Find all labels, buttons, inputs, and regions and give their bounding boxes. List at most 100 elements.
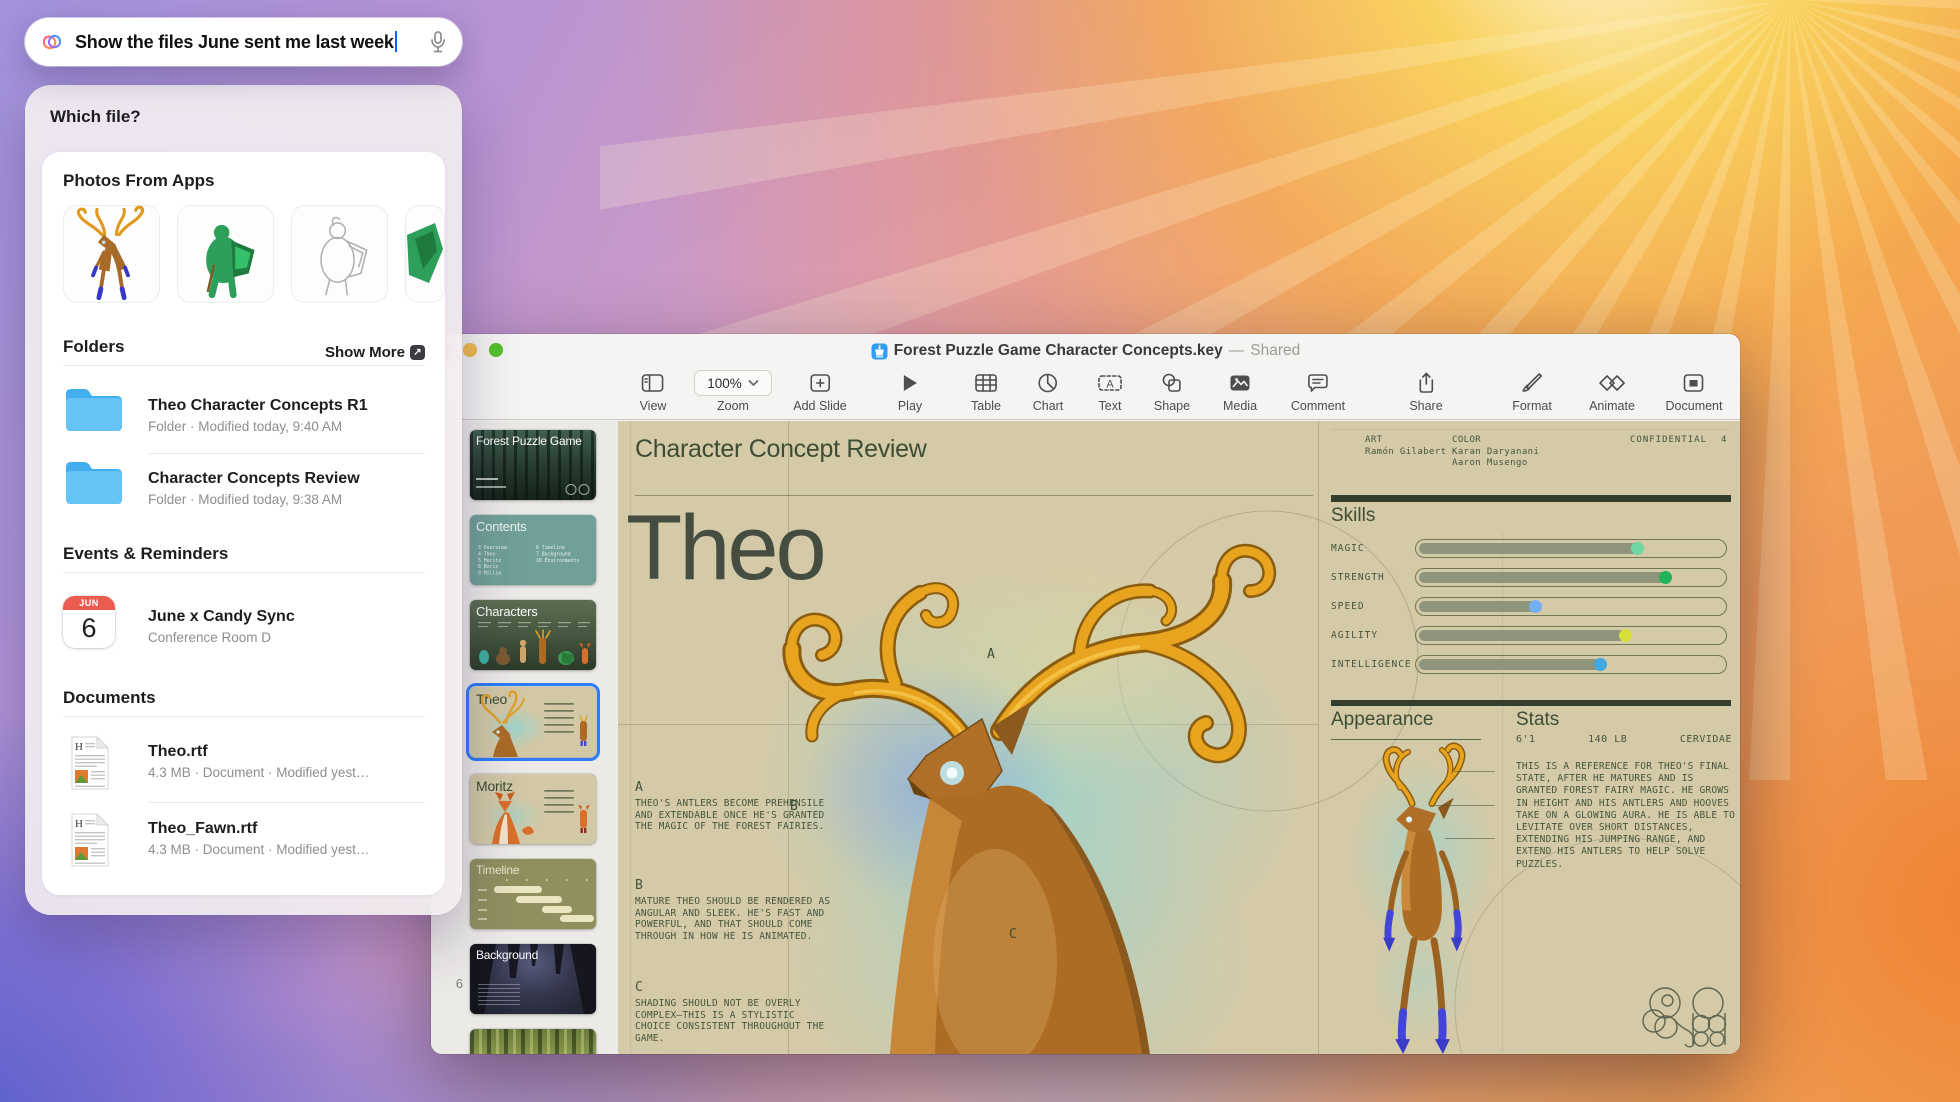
theo-reference-deer xyxy=(1350,742,1494,1054)
contents-right-column: 6 Timeline 7 Background 10 Environments xyxy=(536,545,580,564)
reference-tick-3 xyxy=(1445,838,1495,839)
folder-row-meta: Folder · Modified today, 9:38 AM xyxy=(148,492,343,507)
deer-character-image xyxy=(76,205,145,301)
toolbar-button-view[interactable]: View xyxy=(640,370,666,413)
event-row-meta: Conference Room D xyxy=(148,630,272,645)
skill-fill xyxy=(1419,600,1542,613)
stats-title: Stats xyxy=(1516,709,1560,730)
note-key: B xyxy=(635,878,643,893)
toolbar-button-label: Shape xyxy=(1153,399,1191,413)
slide-canvas[interactable]: Character Concept Review ART Ramón Gilab… xyxy=(618,421,1740,1054)
note-a: A THEO'S ANTLERS BECOME PREHENSILE AND E… xyxy=(635,781,831,833)
toolbar-button-label: Format xyxy=(1512,399,1552,413)
toolbar-button-add-slide[interactable]: Add Slide xyxy=(793,370,847,413)
confidential-label: CONFIDENTIAL xyxy=(1630,435,1708,445)
photo-thumbnail-sketch[interactable] xyxy=(291,205,388,303)
toolbar-button-document[interactable]: Document xyxy=(1666,370,1722,413)
zoom-level-control[interactable]: 100% xyxy=(694,370,772,396)
toolbar-button-zoom[interactable]: 100% Zoom xyxy=(694,370,772,413)
toolbar-button-label: Zoom xyxy=(717,399,749,413)
skill-track xyxy=(1415,655,1727,674)
slide-thumbnail-3[interactable]: Characters xyxy=(470,600,596,670)
calendar-icon: JUN 6 xyxy=(63,596,115,648)
toolbar-button-share[interactable]: Share xyxy=(1409,370,1443,413)
toolbar-button-label: Text xyxy=(1098,399,1122,413)
toolbar-button-comment[interactable]: Comment xyxy=(1291,370,1345,413)
moritz-mini-art xyxy=(492,790,590,844)
rtf-document-icon: H xyxy=(71,735,110,790)
reference-tick-2 xyxy=(1435,805,1495,806)
turtle-sketch-image xyxy=(320,216,368,296)
note-b: B MATURE THEO SHOULD BE RENDERED AS ANGU… xyxy=(635,879,831,942)
results-card: Photos From Apps Folders Show More ↗ The… xyxy=(42,152,445,895)
skill-track xyxy=(1415,626,1727,645)
toolbar-button-play[interactable]: Play xyxy=(898,370,922,413)
slide-thumbnail-5[interactable]: Moritz xyxy=(470,774,596,844)
photo-thumbnail-deer[interactable] xyxy=(63,205,160,303)
rtf-document-icon: H xyxy=(71,812,110,867)
toolbar-button-shape[interactable]: Shape xyxy=(1154,370,1190,413)
slide-thumbnail-8[interactable] xyxy=(470,1029,596,1054)
folders-section-header: Folders xyxy=(63,337,125,356)
skill-track xyxy=(1415,539,1727,558)
add-slide-icon xyxy=(808,370,832,396)
document-title: Forest Puzzle Game Character Concepts.ke… xyxy=(893,342,1223,359)
skill-label: AGILITY xyxy=(1331,630,1379,641)
slide-thumbnail-4-selected[interactable]: Theo xyxy=(466,683,600,761)
folder-row-title[interactable]: Character Concepts Review xyxy=(148,470,360,488)
microphone-icon[interactable] xyxy=(428,30,448,54)
toolbar-button-label: Table xyxy=(971,399,1001,413)
toolbar-button-animate[interactable]: Animate xyxy=(1589,370,1635,413)
folder-row-title[interactable]: Theo Character Concepts R1 xyxy=(148,397,368,415)
skill-label: SPEED xyxy=(1331,601,1365,612)
window-title: Forest Puzzle Game Character Concepts.ke… xyxy=(431,342,1740,360)
skill-row-intelligence: INTELLIGENCE xyxy=(1331,655,1731,674)
slide-thumbnail-7[interactable]: Background xyxy=(470,944,596,1014)
toolbar-button-label: Share xyxy=(1409,399,1443,413)
toolbar-button-table[interactable]: Table xyxy=(971,370,1001,413)
siri-query-input[interactable]: Show the files June sent me last week xyxy=(75,31,428,53)
calendar-month: JUN xyxy=(63,596,115,610)
event-row-title[interactable]: June x Candy Sync xyxy=(148,608,295,626)
keynote-app-icon xyxy=(871,343,888,359)
skill-label: INTELLIGENCE xyxy=(1331,659,1412,670)
photo-thumbnail-partial[interactable] xyxy=(405,205,445,303)
document-row-meta: 4.3 MB · Document · Modified yest… xyxy=(148,765,370,780)
toolbar-button-media[interactable]: Media xyxy=(1223,370,1257,413)
document-row-title[interactable]: Theo.rtf xyxy=(148,743,208,761)
window-titlebar[interactable]: Forest Puzzle Game Character Concepts.ke… xyxy=(431,334,1740,364)
photo-thumbnail-turtle[interactable] xyxy=(177,205,274,303)
document-icon xyxy=(1682,370,1706,396)
toolbar-button-label: Chart xyxy=(1032,399,1064,413)
slide-thumbnail-2[interactable]: Contents 3 Overview 4 Theo 5 Moritz 8 Bo… xyxy=(470,515,596,585)
play-icon xyxy=(900,370,920,396)
note-text: THEO'S ANTLERS BECOME PREHENSILE AND EXT… xyxy=(635,798,825,833)
folder-icon xyxy=(66,462,122,504)
svg-text:H: H xyxy=(75,741,83,753)
desktop: Forest Puzzle Game Character Concepts.ke… xyxy=(0,0,1960,1102)
studio-logo xyxy=(1642,987,1727,1048)
note-text: MATURE THEO SHOULD BE RENDERED AS ANGULA… xyxy=(635,896,831,942)
toolbar-button-label: Media xyxy=(1222,399,1258,413)
note-key: A xyxy=(635,780,643,795)
title-separator: — xyxy=(1228,342,1245,359)
slide-thumbnail-6[interactable]: Timeline xyxy=(470,859,596,929)
toolbar-button-format[interactable]: Format xyxy=(1512,370,1552,413)
share-icon xyxy=(1416,370,1436,396)
calendar-day: 6 xyxy=(81,613,97,643)
text-caret xyxy=(394,31,397,52)
siri-search-bar[interactable]: Show the files June sent me last week xyxy=(25,18,462,66)
show-more-button[interactable]: Show More ↗ xyxy=(325,344,425,361)
toolbar-button-label: Play xyxy=(897,399,923,413)
skill-row-speed: SPEED xyxy=(1331,597,1731,616)
format-icon xyxy=(1520,370,1544,396)
thumb-title: Background xyxy=(476,948,539,962)
siri-results-panel: Which file? Photos From Apps Folders Sho… xyxy=(25,85,462,915)
slide-thumbnail-1[interactable]: Forest Puzzle Game xyxy=(470,430,596,500)
toolbar-button-label: Animate xyxy=(1589,399,1635,413)
note-key: C xyxy=(635,980,643,995)
skill-fill xyxy=(1419,629,1632,642)
toolbar-button-chart[interactable]: Chart xyxy=(1032,370,1064,413)
toolbar-button-text[interactable]: A Text xyxy=(1097,370,1123,413)
document-row-title[interactable]: Theo_Fawn.rtf xyxy=(148,820,257,838)
